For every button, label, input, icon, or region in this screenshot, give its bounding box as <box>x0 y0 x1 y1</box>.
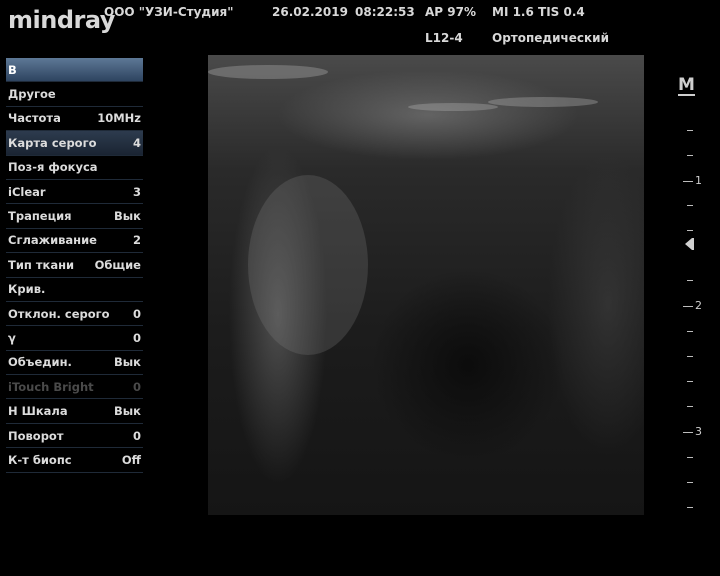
exam-preset: Ортопедический <box>492 31 609 45</box>
acoustic-power: AP 97% <box>425 5 476 19</box>
menu-item-value: 4 <box>132 135 141 150</box>
probe-name: L12-4 <box>425 31 463 45</box>
menu-item-label: Крив. <box>8 282 46 297</box>
ultrasound-image[interactable] <box>208 55 644 515</box>
depth-tick <box>687 482 693 483</box>
imaging-parameters-menu: B Другое Частота 10MHz Карта серого 4 По… <box>6 58 143 473</box>
depth-tick <box>687 381 693 382</box>
menu-item-value: Вык <box>114 404 141 419</box>
menu-item-gray-map[interactable]: Карта серого 4 <box>6 131 143 156</box>
menu-item-label: Трапеция <box>8 209 72 224</box>
menu-item-frequency[interactable]: Частота 10MHz <box>6 107 143 132</box>
menu-item-value: 3 <box>132 184 141 199</box>
menu-item-value: Off <box>121 452 141 467</box>
mi-tis-readout: MI 1.6 TIS 0.4 <box>492 5 585 19</box>
menu-item-b-mode[interactable]: B <box>6 58 143 83</box>
echo-streak <box>488 97 598 107</box>
menu-item-label: К-т биопс <box>8 452 72 467</box>
menu-item-label: Другое <box>8 87 56 102</box>
menu-item-value: 0 <box>132 306 141 321</box>
echo-shadow <box>248 175 368 355</box>
menu-item-value: Вык <box>114 209 141 224</box>
orientation-marker-m: M <box>678 75 695 96</box>
menu-item-label: Сглаживание <box>8 233 97 248</box>
depth-tick <box>687 280 693 281</box>
echo-streak <box>208 65 328 79</box>
menu-item-label: Поворот <box>8 428 64 443</box>
menu-item-smoothing[interactable]: Сглаживание 2 <box>6 229 143 254</box>
menu-item-trapezoid[interactable]: Трапеция Вык <box>6 204 143 229</box>
menu-item-value: Вык <box>114 355 141 370</box>
depth-label-2: 2 <box>695 299 702 312</box>
menu-item-h-scale[interactable]: H Шкала Вык <box>6 399 143 424</box>
menu-item-value: 10MHz <box>97 111 141 126</box>
menu-item-persistence[interactable]: Объедин. Вык <box>6 351 143 376</box>
depth-tick <box>687 130 693 131</box>
depth-tick-major <box>683 306 693 307</box>
echo-streak <box>408 103 498 111</box>
depth-tick <box>687 230 693 231</box>
menu-item-label: Поз-я фокуса <box>8 160 98 175</box>
depth-tick <box>687 406 693 407</box>
depth-tick <box>687 155 693 156</box>
depth-tick <box>687 331 693 332</box>
menu-item-gray-rejection[interactable]: Отклон. серого 0 <box>6 302 143 327</box>
menu-item-value: 0 <box>132 379 141 394</box>
menu-item-itouch-bright: iTouch Bright 0 <box>6 375 143 400</box>
depth-tick <box>687 507 693 508</box>
menu-item-rotation[interactable]: Поворот 0 <box>6 424 143 449</box>
menu-item-label: Объедин. <box>8 355 72 370</box>
menu-item-value: 0 <box>132 330 141 345</box>
brand-logo: mindray <box>8 6 115 34</box>
depth-tick <box>687 457 693 458</box>
menu-item-label: B <box>8 62 17 77</box>
depth-tick <box>687 356 693 357</box>
menu-item-label: H Шкала <box>8 404 68 419</box>
menu-item-tissue-type[interactable]: Тип ткани Общие <box>6 253 143 278</box>
menu-item-label: Отклон. серого <box>8 306 110 321</box>
menu-item-curve[interactable]: Крив. <box>6 278 143 302</box>
focus-marker-icon[interactable] <box>685 238 692 250</box>
focus-marker-bar <box>692 238 694 250</box>
clinic-name: ООО "УЗИ-Студия" <box>104 5 234 19</box>
menu-item-iclear[interactable]: iClear 3 <box>6 180 143 205</box>
menu-item-label: Тип ткани <box>8 257 75 272</box>
menu-item-label: γ <box>8 330 16 345</box>
exam-time: 08:22:53 <box>355 5 415 19</box>
menu-item-label: iClear <box>8 184 46 199</box>
menu-item-label: Карта серого <box>8 135 97 150</box>
menu-item-value: 0 <box>132 428 141 443</box>
depth-tick-major <box>683 432 693 433</box>
menu-item-other[interactable]: Другое <box>6 82 143 107</box>
depth-tick <box>687 205 693 206</box>
depth-scale: M 1 2 3 <box>655 70 715 520</box>
menu-item-value: 2 <box>132 233 141 248</box>
menu-item-gamma[interactable]: γ 0 <box>6 326 143 351</box>
depth-label-1: 1 <box>695 174 702 187</box>
depth-tick-major <box>683 181 693 182</box>
depth-label-3: 3 <box>695 425 702 438</box>
menu-item-label: Частота <box>8 111 61 126</box>
exam-date: 26.02.2019 <box>272 5 348 19</box>
menu-item-label: iTouch Bright <box>8 379 94 394</box>
menu-item-value: Общие <box>94 257 141 272</box>
menu-item-biopsy-guide[interactable]: К-т биопс Off <box>6 448 143 473</box>
menu-item-focus-position[interactable]: Поз-я фокуса <box>6 156 143 180</box>
